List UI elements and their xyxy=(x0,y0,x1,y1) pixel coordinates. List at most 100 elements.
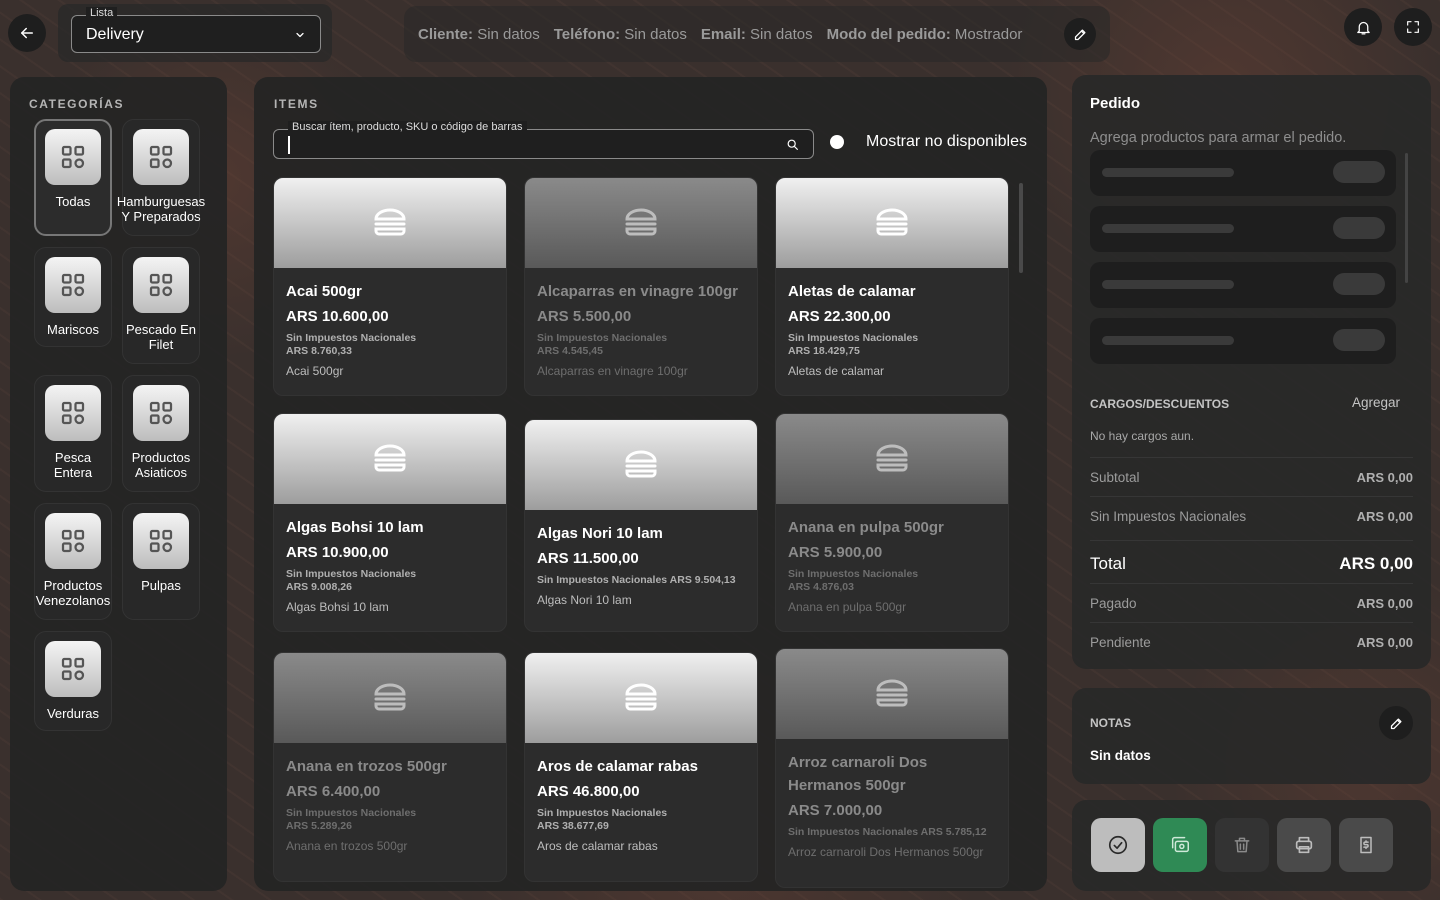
product-card[interactable]: Arroz carnaroli Dos Hermanos 500gr ARS 7… xyxy=(775,648,1009,888)
summary-row-paid: Pagado ARS 0,00 xyxy=(1090,583,1413,611)
fullscreen-button[interactable] xyxy=(1394,8,1432,46)
category-productos-venezolanos[interactable]: Productos Venezolanos xyxy=(34,503,112,620)
order-placeholder-row xyxy=(1090,318,1396,364)
edit-notes-button[interactable] xyxy=(1379,706,1413,740)
product-price: ARS 5.500,00 xyxy=(537,308,632,325)
order-scrollbar[interactable] xyxy=(1405,153,1408,283)
product-price: ARS 22.300,00 xyxy=(788,308,891,325)
product-image xyxy=(525,178,757,268)
product-name: Anana en trozos 500gr xyxy=(286,758,447,775)
summary-value: ARS 0,00 xyxy=(1356,596,1413,611)
product-card[interactable]: Alcaparras en vinagre 100gr ARS 5.500,00… xyxy=(524,177,758,396)
product-image xyxy=(274,178,506,268)
product-card[interactable]: Aletas de calamar ARS 22.300,00 Sin Impu… xyxy=(775,177,1009,396)
list-select-legend: Lista xyxy=(86,7,118,19)
list-select[interactable]: Lista Delivery xyxy=(71,7,321,53)
printer-icon xyxy=(1295,836,1313,854)
category-label: Pesca Entera xyxy=(53,450,93,480)
fullscreen-icon xyxy=(1407,21,1419,33)
product-name: Anana en pulpa 500gr xyxy=(788,519,944,536)
search-input[interactable] xyxy=(288,136,768,154)
grid-icon xyxy=(45,513,101,569)
product-image xyxy=(274,653,506,743)
edit-order-info-button[interactable] xyxy=(1064,18,1096,50)
product-price: ARS 46.800,00 xyxy=(537,783,640,800)
category-productos-asiaticos[interactable]: Productos Asiaticos xyxy=(122,375,200,492)
product-tax: Sin Impuestos Nacionales ARS 5.785,12 xyxy=(788,826,987,838)
product-grid: Acai 500gr ARS 10.600,00 Sin Impuestos N… xyxy=(273,177,1013,891)
product-description: Anana en trozos 500gr xyxy=(286,839,408,853)
arrow-left-icon xyxy=(21,27,33,39)
product-price: ARS 6.400,00 xyxy=(286,783,381,800)
category-pescado-en-filet[interactable]: Pescado En Filet xyxy=(122,247,200,364)
burger-icon xyxy=(876,444,908,472)
burger-icon xyxy=(625,450,657,478)
search-legend: Buscar ítem, producto, SKU o código de b… xyxy=(288,121,527,133)
burger-icon xyxy=(625,208,657,236)
toggle-switch[interactable] xyxy=(830,135,844,149)
product-image xyxy=(525,653,757,743)
top-right-controls xyxy=(1330,4,1436,50)
burger-icon xyxy=(876,679,908,707)
info-email: Email: Sin datos xyxy=(700,25,813,43)
category-hamburguesas[interactable]: Hamburguesas Y Preparados xyxy=(117,119,205,236)
summary-row-tax: Sin Impuestos Nacionales ARS 0,00 xyxy=(1090,496,1413,524)
notifications-button[interactable] xyxy=(1344,8,1382,46)
categories-title: CATEGORÍAS xyxy=(29,97,125,111)
category-mariscos[interactable]: Mariscos xyxy=(34,247,112,347)
show-unavailable-toggle[interactable]: Mostrar no disponibles xyxy=(826,133,1027,151)
category-label: Todas xyxy=(55,194,91,209)
category-pulpas[interactable]: Pulpas xyxy=(122,503,200,620)
grid-icon xyxy=(133,513,189,569)
product-tax: Sin Impuestos Nacionales ARS 18.429,75 xyxy=(788,332,919,357)
product-price: ARS 5.900,00 xyxy=(788,544,883,561)
burger-icon xyxy=(625,683,657,711)
grid-icon xyxy=(45,129,101,185)
summary-label: Sin Impuestos Nacionales xyxy=(1090,509,1247,524)
product-card[interactable]: Acai 500gr ARS 10.600,00 Sin Impuestos N… xyxy=(273,177,507,396)
grid-icon xyxy=(133,385,189,441)
search-field[interactable]: Buscar ítem, producto, SKU o código de b… xyxy=(273,121,814,159)
add-charge-button[interactable]: Agregar xyxy=(1352,395,1400,410)
product-name: Acai 500gr xyxy=(286,283,362,300)
charges-empty-text: No hay cargos aun. xyxy=(1090,429,1195,443)
category-pesca-entera[interactable]: Pesca Entera xyxy=(34,375,112,492)
product-card[interactable]: Algas Bohsi 10 lam ARS 10.900,00 Sin Imp… xyxy=(273,413,507,632)
category-label: Pescado En Filet xyxy=(125,322,197,352)
grid-icon xyxy=(45,641,101,697)
check-circle-icon xyxy=(1108,835,1128,855)
category-verduras[interactable]: Verduras xyxy=(34,631,112,731)
duplicate-order-button[interactable] xyxy=(1153,818,1207,872)
product-card[interactable]: Anana en pulpa 500gr ARS 5.900,00 Sin Im… xyxy=(775,413,1009,632)
product-name: Algas Bohsi 10 lam xyxy=(286,519,424,536)
order-placeholder-row xyxy=(1090,150,1396,196)
charges-title: CARGOS/DESCUENTOS xyxy=(1090,397,1230,411)
product-price: ARS 7.000,00 xyxy=(788,802,883,819)
list-select-value: Delivery xyxy=(86,26,144,43)
delete-order-button[interactable] xyxy=(1215,818,1269,872)
product-price: ARS 10.600,00 xyxy=(286,308,389,325)
print-order-button[interactable] xyxy=(1277,818,1331,872)
product-description: Aros de calamar rabas xyxy=(537,839,658,853)
product-card[interactable]: Algas Nori 10 lam ARS 11.500,00 Sin Impu… xyxy=(524,419,758,632)
product-image xyxy=(525,420,757,510)
summary-row-pending: Pendiente ARS 0,00 xyxy=(1090,622,1413,650)
category-todas[interactable]: Todas xyxy=(34,119,112,236)
bell-icon xyxy=(1356,21,1370,35)
confirm-order-button[interactable] xyxy=(1091,818,1145,872)
back-button[interactable] xyxy=(8,14,46,52)
product-description: Algas Nori 10 lam xyxy=(537,593,632,607)
product-card[interactable]: Aros de calamar rabas ARS 46.800,00 Sin … xyxy=(524,652,758,882)
category-label: Mariscos xyxy=(46,322,99,337)
product-tax: Sin Impuestos Nacionales ARS 5.289,26 xyxy=(286,807,417,832)
product-description: Alcaparras en vinagre 100gr xyxy=(537,364,688,378)
notes-title: NOTAS xyxy=(1090,716,1132,730)
invoice-order-button[interactable] xyxy=(1339,818,1393,872)
product-card[interactable]: Anana en trozos 500gr ARS 6.400,00 Sin I… xyxy=(273,652,507,882)
order-hint: Agrega productos para armar el pedido. xyxy=(1090,130,1347,146)
grid-icon xyxy=(45,257,101,313)
summary-label: Subtotal xyxy=(1090,470,1140,485)
category-label: Productos Venezolanos xyxy=(35,578,111,608)
items-scrollbar[interactable] xyxy=(1019,183,1023,273)
summary-row-total: Total ARS 0,00 xyxy=(1090,540,1413,574)
